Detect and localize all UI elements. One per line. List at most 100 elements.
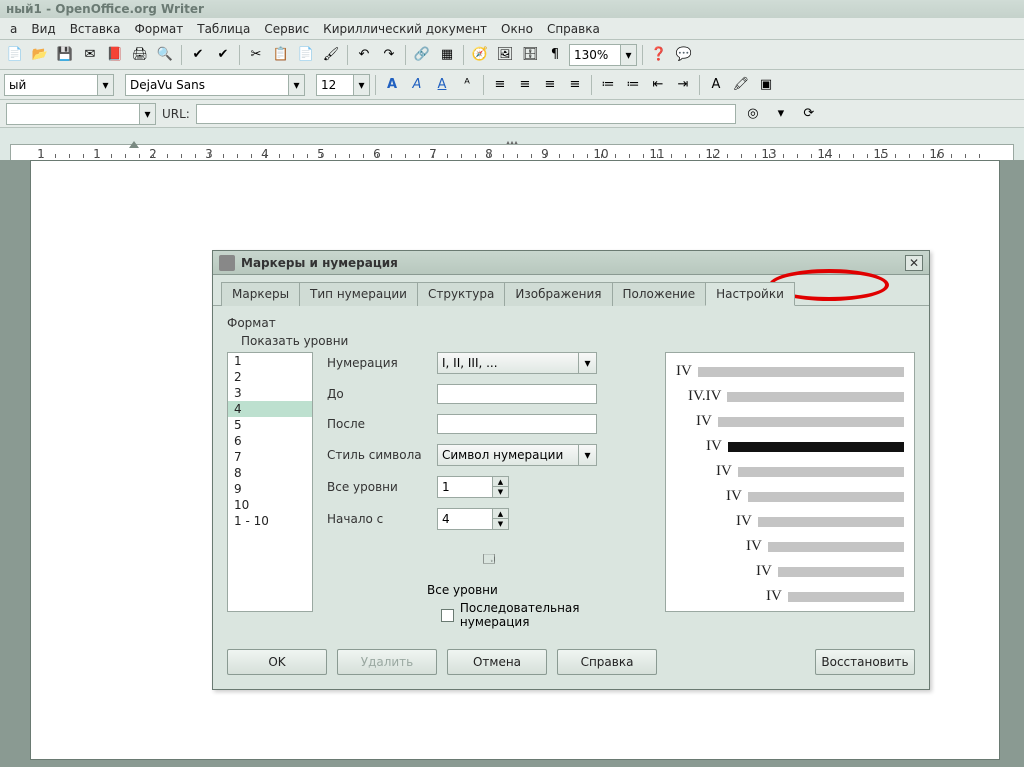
table-icon[interactable]: ▦ bbox=[436, 44, 458, 66]
spellcheck-icon[interactable]: ✔ bbox=[187, 44, 209, 66]
nonprinting-icon[interactable]: ¶ bbox=[544, 44, 566, 66]
copy-icon[interactable]: 📋 bbox=[270, 44, 292, 66]
navigator-icon[interactable]: 🧭 bbox=[469, 44, 491, 66]
consecutive-checkbox[interactable]: Последовательная нумерация bbox=[441, 601, 651, 629]
chevron-down-icon[interactable]: ▾ bbox=[288, 75, 304, 95]
level-item[interactable]: 6 bbox=[228, 433, 312, 449]
reload-icon[interactable]: ⟳ bbox=[798, 103, 820, 125]
bold-icon[interactable]: A bbox=[381, 74, 403, 96]
email-icon[interactable]: ✉ bbox=[79, 44, 101, 66]
level-item[interactable]: 1 - 10 bbox=[228, 513, 312, 529]
tab-numbering-type[interactable]: Тип нумерации bbox=[299, 282, 418, 306]
url-input[interactable] bbox=[196, 104, 736, 124]
highlight-icon[interactable]: 🖍 bbox=[730, 74, 752, 96]
font-size-combo[interactable]: 12 ▾ bbox=[316, 74, 370, 96]
start-spinner[interactable]: 4 ▲ ▼ bbox=[437, 508, 509, 530]
stop-icon[interactable]: ▾ bbox=[770, 103, 792, 125]
open-icon[interactable]: 📂 bbox=[29, 44, 51, 66]
align-center-icon[interactable]: ≡ bbox=[514, 74, 536, 96]
superscript-icon[interactable]: ᴬ bbox=[456, 74, 478, 96]
spin-up-icon[interactable]: ▲ bbox=[492, 477, 508, 487]
after-input[interactable] bbox=[437, 414, 597, 434]
before-input[interactable] bbox=[437, 384, 597, 404]
indent-marker[interactable] bbox=[129, 141, 139, 148]
help-button[interactable]: Справка bbox=[557, 649, 657, 675]
font-name-combo[interactable]: DejaVu Sans ▾ bbox=[125, 74, 305, 96]
underline-icon[interactable]: A bbox=[431, 74, 453, 96]
menu-item[interactable]: Вид bbox=[25, 20, 61, 38]
chevron-down-icon[interactable]: ▾ bbox=[139, 104, 155, 124]
decrease-indent-icon[interactable]: ⇤ bbox=[647, 74, 669, 96]
level-item[interactable]: 1 bbox=[228, 353, 312, 369]
font-color-icon[interactable]: A bbox=[705, 74, 727, 96]
tab-graphics[interactable]: Изображения bbox=[504, 282, 612, 306]
tab-bullets[interactable]: Маркеры bbox=[221, 282, 300, 306]
menu-item[interactable]: а bbox=[4, 20, 23, 38]
tab-options[interactable]: Настройки bbox=[705, 282, 795, 306]
tab-outline[interactable]: Структура bbox=[417, 282, 505, 306]
target-icon[interactable]: ◎ bbox=[742, 103, 764, 125]
numbering-icon[interactable]: ≔ bbox=[597, 74, 619, 96]
menu-item[interactable]: Вставка bbox=[64, 20, 127, 38]
save-icon[interactable]: 💾 bbox=[54, 44, 76, 66]
redo-icon[interactable]: ↷ bbox=[378, 44, 400, 66]
format-paint-icon[interactable]: 🖌 bbox=[320, 44, 342, 66]
menu-item[interactable]: Кириллический документ bbox=[317, 20, 493, 38]
chevron-down-icon[interactable]: ▾ bbox=[620, 45, 636, 65]
italic-icon[interactable]: A bbox=[406, 74, 428, 96]
chevron-down-icon[interactable]: ▾ bbox=[97, 75, 113, 95]
level-item[interactable]: 3 bbox=[228, 385, 312, 401]
tab-position[interactable]: Положение bbox=[612, 282, 707, 306]
align-right-icon[interactable]: ≡ bbox=[539, 74, 561, 96]
spin-down-icon[interactable]: ▼ bbox=[492, 519, 508, 529]
background-color-icon[interactable]: ▣ bbox=[755, 74, 777, 96]
level-item[interactable]: 7 bbox=[228, 449, 312, 465]
undo-icon[interactable]: ↶ bbox=[353, 44, 375, 66]
menu-item[interactable]: Таблица bbox=[191, 20, 256, 38]
reset-button[interactable]: Восстановить bbox=[815, 649, 915, 675]
bullets-icon[interactable]: ≔ bbox=[622, 74, 644, 96]
level-item-selected[interactable]: 4 bbox=[228, 401, 312, 417]
menu-item[interactable]: Окно bbox=[495, 20, 539, 38]
ok-button[interactable]: OK bbox=[227, 649, 327, 675]
zoom-combo[interactable]: 130% ▾ bbox=[569, 44, 637, 66]
alllevels-spinner[interactable]: 1 ▲ ▼ bbox=[437, 476, 509, 498]
spin-up-icon[interactable]: ▲ bbox=[492, 509, 508, 519]
spin-down-icon[interactable]: ▼ bbox=[492, 487, 508, 497]
close-button[interactable]: ✕ bbox=[905, 255, 923, 271]
paste-icon[interactable]: 📄 bbox=[295, 44, 317, 66]
menu-item[interactable]: Формат bbox=[129, 20, 190, 38]
levels-listbox[interactable]: 1 2 3 4 5 6 7 8 9 10 1 - 10 bbox=[227, 352, 313, 612]
align-left-icon[interactable]: ≡ bbox=[489, 74, 511, 96]
chevron-down-icon[interactable]: ▾ bbox=[353, 75, 369, 95]
level-item[interactable]: 9 bbox=[228, 481, 312, 497]
numbering-combo[interactable]: I, II, III, ... ▾ bbox=[437, 352, 597, 374]
pdf-icon[interactable]: 📕 bbox=[104, 44, 126, 66]
gallery-icon[interactable]: 🖼 bbox=[494, 44, 516, 66]
increase-indent-icon[interactable]: ⇥ bbox=[672, 74, 694, 96]
paragraph-style-combo[interactable]: ый ▾ bbox=[4, 74, 114, 96]
level-item[interactable]: 10 bbox=[228, 497, 312, 513]
cut-icon[interactable]: ✂ bbox=[245, 44, 267, 66]
align-justify-icon[interactable]: ≡ bbox=[564, 74, 586, 96]
menu-item[interactable]: Сервис bbox=[258, 20, 315, 38]
autospell-icon[interactable]: ✔ bbox=[212, 44, 234, 66]
cancel-button[interactable]: Отмена bbox=[447, 649, 547, 675]
dialog-titlebar[interactable]: Маркеры и нумерация ✕ bbox=[213, 251, 929, 275]
print-icon[interactable]: 🖨 bbox=[129, 44, 151, 66]
datasource-icon[interactable]: 🗄 bbox=[519, 44, 541, 66]
hyperlink-icon[interactable]: 🔗 bbox=[411, 44, 433, 66]
level-item[interactable]: 5 bbox=[228, 417, 312, 433]
checkbox-icon[interactable] bbox=[441, 609, 454, 622]
charstyle-combo[interactable]: Символ нумерации ▾ bbox=[437, 444, 597, 466]
help-icon[interactable]: ❓ bbox=[648, 44, 670, 66]
level-item[interactable]: 8 bbox=[228, 465, 312, 481]
preview-icon[interactable]: 🔍 bbox=[154, 44, 176, 66]
delete-button[interactable]: Удалить bbox=[337, 649, 437, 675]
menu-item[interactable]: Справка bbox=[541, 20, 606, 38]
chevron-down-icon[interactable]: ▾ bbox=[578, 445, 596, 465]
level-item[interactable]: 2 bbox=[228, 369, 312, 385]
new-doc-icon[interactable]: 📄 bbox=[4, 44, 26, 66]
chevron-down-icon[interactable]: ▾ bbox=[578, 353, 596, 373]
url-history-combo[interactable]: ▾ bbox=[6, 103, 156, 125]
